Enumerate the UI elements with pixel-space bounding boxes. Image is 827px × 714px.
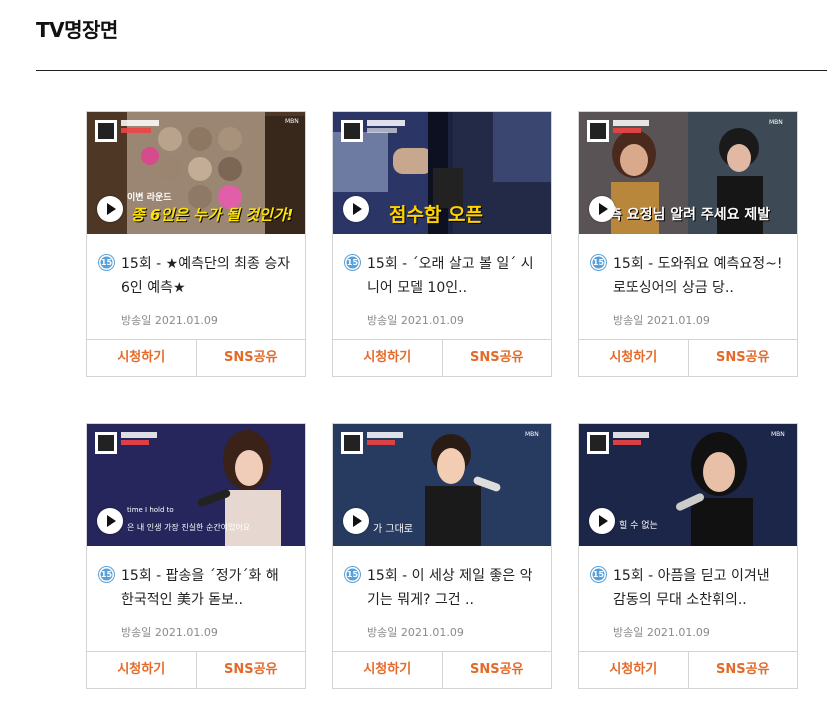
thumbnail-caption: 힐 수 없는 (619, 521, 658, 531)
thumbnail-caption: 측 요정님 알려 주세요 제발 (609, 207, 771, 223)
broadcast-date: 방송일 2021.01.09 (613, 314, 710, 327)
sns-share-button[interactable]: SNS공유 (441, 652, 552, 688)
clip-actions: 시청하기 SNS공유 (87, 651, 305, 688)
svg-text:MBN: MBN (525, 431, 539, 438)
broadcast-date: 방송일 2021.01.09 (121, 314, 218, 327)
clip-card: MBN 측 요정님 알려 주세요 제발 15 15회 - 도와줘요 예측요정~!… (578, 111, 798, 377)
thumbnail-caption: 가 그대로 (373, 524, 413, 535)
clip-title[interactable]: 15회 - 아픔을 딛고 이겨낸 감동의 무대 소찬휘의.. (613, 564, 785, 612)
clip-title[interactable]: 15회 - ★예측단의 최종 승자 6인 예측★ (121, 252, 293, 300)
sns-share-button[interactable]: SNS공유 (195, 652, 306, 688)
broadcast-date: 방송일 2021.01.09 (367, 626, 464, 639)
watch-button[interactable]: 시청하기 (579, 340, 688, 376)
thumbnail-caption: 은 내 인생 가장 진실한 순간이었어요 (127, 523, 251, 532)
clip-thumbnail[interactable]: MBN 측 요정님 알려 주세요 제발 (579, 112, 797, 234)
age-rating-icon: 15 (591, 567, 606, 582)
clip-title[interactable]: 15회 - 팝송을 ´정가´화 해 한국적인 美가 돋보.. (121, 564, 293, 612)
thumbnail-top-text: 이변 라운드 (127, 193, 172, 203)
clip-title[interactable]: 15회 - 도와줘요 예측요정~! 로또싱어의 상금 당.. (613, 252, 785, 300)
clip-card: MBN 이변 라운드 종 6인은 누가 될 것인가! 15 15회 - ★예측단… (86, 111, 306, 377)
thumbnail-caption: 점수함 오픈 (389, 204, 484, 226)
age-rating-icon: 15 (591, 255, 606, 270)
broadcast-date: 방송일 2021.01.09 (121, 626, 218, 639)
svg-text:time I hold to: time I hold to (127, 506, 174, 514)
broadcast-date: 방송일 2021.01.09 (367, 314, 464, 327)
broadcast-date: 방송일 2021.01.09 (613, 626, 710, 639)
watch-button[interactable]: 시청하기 (87, 652, 196, 688)
clip-actions: 시청하기 SNS공유 (333, 651, 551, 688)
play-icon[interactable] (97, 508, 123, 534)
age-rating-icon: 15 (99, 255, 114, 270)
sns-share-button[interactable]: SNS공유 (687, 340, 798, 376)
clip-thumbnail[interactable]: 점수함 오픈 (333, 112, 551, 234)
watch-button[interactable]: 시청하기 (333, 652, 442, 688)
clip-title[interactable]: 15회 - ´오래 살고 볼 일´ 시니어 모델 10인.. (367, 252, 539, 300)
play-icon[interactable] (589, 196, 615, 222)
thumbnail-caption: 종 6인은 누가 될 것인가! (131, 206, 294, 224)
svg-text:MBN: MBN (771, 431, 785, 438)
clip-card: time I hold to 은 내 인생 가장 진실한 순간이었어요 15 1… (86, 423, 306, 689)
watch-button[interactable]: 시청하기 (333, 340, 442, 376)
play-icon[interactable] (343, 508, 369, 534)
age-rating-icon: 15 (345, 567, 360, 582)
clip-actions: 시청하기 SNS공유 (333, 339, 551, 376)
watch-button[interactable]: 시청하기 (87, 340, 196, 376)
title-divider (36, 70, 827, 71)
play-icon[interactable] (589, 508, 615, 534)
clip-title[interactable]: 15회 - 이 세상 제일 좋은 악기는 뭐게? 그건 .. (367, 564, 539, 612)
clip-thumbnail[interactable]: MBN 가 그대로 (333, 424, 551, 546)
clip-card: MBN 가 그대로 15 15회 - 이 세상 제일 좋은 악기는 뭐게? 그건… (332, 423, 552, 689)
age-rating-icon: 15 (99, 567, 114, 582)
sns-share-button[interactable]: SNS공유 (195, 340, 306, 376)
clip-actions: 시청하기 SNS공유 (87, 339, 305, 376)
sns-share-button[interactable]: SNS공유 (687, 652, 798, 688)
play-icon[interactable] (97, 196, 123, 222)
watch-button[interactable]: 시청하기 (579, 652, 688, 688)
clip-card: MBN 힐 수 없는 15 15회 - 아픔을 딛고 이겨낸 감동의 무대 소찬… (578, 423, 798, 689)
age-rating-icon: 15 (345, 255, 360, 270)
clip-thumbnail[interactable]: MBN 이변 라운드 종 6인은 누가 될 것인가! (87, 112, 305, 234)
clip-thumbnail[interactable]: time I hold to 은 내 인생 가장 진실한 순간이었어요 (87, 424, 305, 546)
svg-text:MBN: MBN (285, 118, 299, 125)
clip-card: 점수함 오픈 15 15회 - ´오래 살고 볼 일´ 시니어 모델 10인..… (332, 111, 552, 377)
sns-share-button[interactable]: SNS공유 (441, 340, 552, 376)
clip-actions: 시청하기 SNS공유 (579, 651, 797, 688)
section-title: TV명장면 (36, 18, 118, 42)
clip-thumbnail[interactable]: MBN 힐 수 없는 (579, 424, 797, 546)
clip-actions: 시청하기 SNS공유 (579, 339, 797, 376)
svg-text:MBN: MBN (769, 119, 783, 126)
play-icon[interactable] (343, 196, 369, 222)
